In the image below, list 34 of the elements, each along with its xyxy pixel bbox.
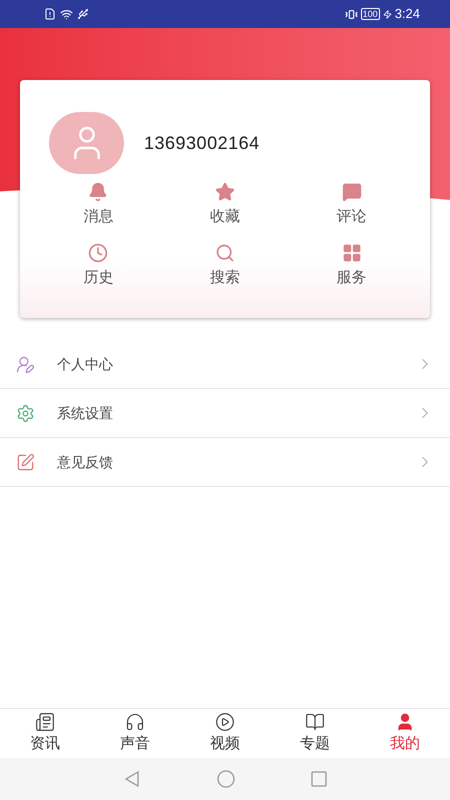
menu-item[interactable]: 意见反馈	[0, 438, 450, 487]
battery-level: 100	[360, 8, 380, 20]
tab[interactable]: 视频	[180, 709, 270, 758]
menu-item[interactable]: 系统设置	[0, 389, 450, 438]
clock-icon	[88, 242, 108, 262]
shortcut-item[interactable]: 收藏	[162, 182, 288, 228]
wifi-icon	[60, 8, 73, 20]
shortcut-item[interactable]: 历史	[35, 242, 162, 289]
menu-item[interactable]: 个人中心	[0, 340, 450, 389]
play-icon	[215, 712, 235, 732]
shortcut-item[interactable]: 搜索	[162, 242, 288, 289]
search-icon	[214, 242, 235, 262]
headphones-icon	[125, 712, 145, 732]
grid-icon	[342, 242, 362, 262]
shortcut-item[interactable]: 服务	[288, 242, 415, 289]
tab[interactable]: 资讯	[0, 709, 90, 758]
book-icon	[305, 712, 325, 732]
tab[interactable]: 专题	[270, 709, 360, 758]
clock-time: 3:24	[394, 5, 420, 24]
usb-icon	[77, 8, 89, 20]
home-icon[interactable]	[216, 769, 236, 789]
tab[interactable]: 声音	[90, 709, 180, 758]
bell-icon	[88, 182, 108, 202]
vibrate-icon	[344, 8, 358, 20]
shortcut-item[interactable]: 消息	[35, 182, 162, 228]
back-icon[interactable]	[123, 770, 141, 788]
tab[interactable]: 我的	[360, 709, 450, 758]
recents-icon[interactable]	[311, 771, 327, 787]
star-icon	[214, 182, 235, 202]
charging-icon	[382, 10, 392, 18]
phone-number: 13693002164	[144, 132, 260, 154]
newspaper-icon	[35, 712, 55, 732]
shortcut-item[interactable]: 评论	[288, 182, 415, 228]
comment-icon	[342, 182, 362, 202]
